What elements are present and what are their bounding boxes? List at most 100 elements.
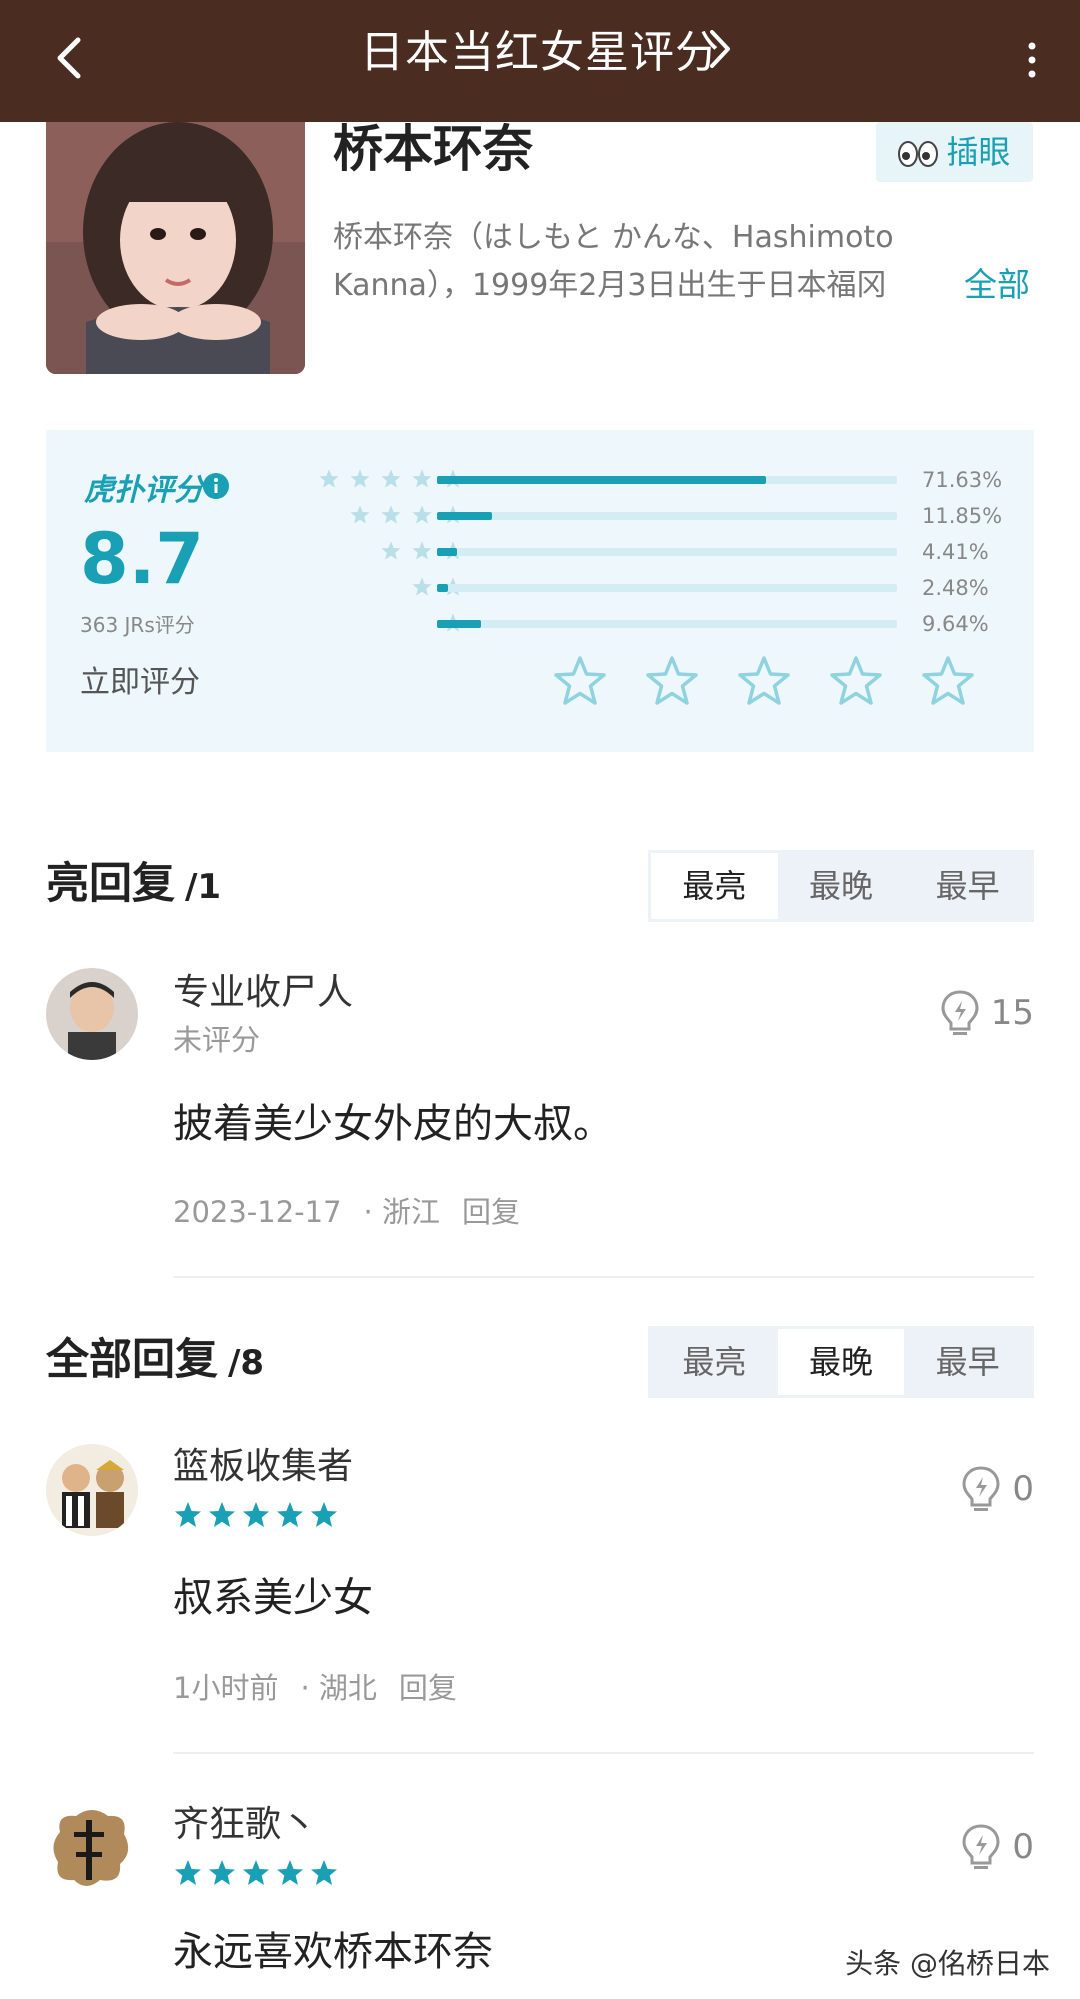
hot-replies-title: 亮回复/1 — [46, 854, 221, 917]
distribution-row: 11.85% — [46, 498, 1034, 534]
star-icon — [412, 469, 432, 488]
chevron-right-icon[interactable] — [700, 24, 740, 74]
star-icon — [381, 541, 401, 560]
star-filled-icon — [311, 1860, 337, 1885]
star-icon — [412, 541, 432, 560]
distribution-row: 9.64% — [46, 606, 1034, 642]
avatar[interactable] — [46, 1802, 138, 1894]
comment-username[interactable]: 齐狂歌丶 — [173, 1800, 317, 1850]
star-filled-icon — [209, 1502, 235, 1527]
distribution-track — [437, 584, 897, 592]
rate-star-3[interactable] — [736, 654, 792, 710]
reply-button[interactable]: 回复 — [399, 1671, 457, 1705]
lightbulb-icon — [962, 1824, 1000, 1869]
hot-sort-tabs: 最亮 最晚 最早 — [648, 850, 1034, 922]
distribution-bar — [437, 584, 449, 592]
star-name: 桥本环奈 — [333, 120, 533, 178]
watermark: 头条 @佲桥日本 — [845, 1944, 1050, 1984]
distribution-row: 4.41% — [46, 534, 1034, 570]
star-filled-icon — [311, 1502, 337, 1527]
star-icon — [381, 505, 401, 524]
poke-button[interactable]: 插眼 — [876, 122, 1033, 182]
star-icon — [319, 469, 339, 488]
user-rating-stars — [173, 1858, 339, 1888]
description-line: 桥本环奈（はしもと かんな、Hashimoto — [333, 220, 894, 255]
tab-brightest[interactable]: 最亮 — [651, 1329, 778, 1395]
lightbulb-icon — [962, 1466, 1000, 1511]
like-count: 0 — [1012, 1469, 1034, 1509]
distribution-row: 2.48% — [46, 570, 1034, 606]
distribution-track — [437, 476, 897, 484]
distribution-bar — [437, 620, 482, 628]
like-button[interactable]: 0 — [960, 1822, 1034, 1872]
rate-star-1[interactable] — [552, 654, 608, 710]
all-sort-tabs: 最亮 最晚 最早 — [648, 1326, 1034, 1398]
comment-username[interactable]: 篮板收集者 — [173, 1442, 353, 1492]
page-title[interactable]: 日本当红女星评分 — [360, 18, 720, 88]
tab-earliest[interactable]: 最早 — [904, 1329, 1031, 1395]
reply-button[interactable]: 回复 — [462, 1195, 520, 1229]
like-count: 15 — [990, 993, 1034, 1033]
poke-label: 插眼 — [946, 133, 1011, 171]
star-filled-icon — [209, 1860, 235, 1885]
description-line: Kanna），1999年2月3日出生于日本福冈 — [333, 268, 887, 303]
tab-earliest[interactable]: 最早 — [904, 853, 1031, 919]
hot-replies-label: 亮回复 — [46, 859, 175, 909]
comment-text: 叔系美少女 — [173, 1575, 373, 1621]
distribution-track — [437, 512, 897, 520]
star-icon — [350, 469, 370, 488]
comment-date: 1小时前 — [173, 1671, 279, 1705]
more-options-icon[interactable] — [1012, 30, 1052, 90]
profile-photo — [46, 122, 305, 374]
comment-username[interactable]: 专业收尸人 — [173, 968, 353, 1018]
rating-card: 虎扑评分® 8.7 363 JRs评分 立即评分 71.63%11.85%4.4… — [46, 430, 1034, 752]
rate-star-picker[interactable] — [552, 654, 976, 710]
rate-star-2[interactable] — [644, 654, 700, 710]
star-filled-icon — [277, 1860, 303, 1885]
like-button[interactable]: 15 — [939, 988, 1034, 1038]
star-icon — [350, 505, 370, 524]
all-replies-title: 全部回复/8 — [46, 1330, 264, 1393]
all-replies-label: 全部回复 — [46, 1335, 218, 1385]
expand-description-link[interactable]: 全部 — [964, 260, 1030, 310]
rate-now-label: 立即评分 — [80, 665, 200, 700]
rate-star-4[interactable] — [828, 654, 884, 710]
comment-location: · 浙江 — [363, 1195, 440, 1229]
profile-description: 桥本环奈（はしもと かんな、Hashimoto Kanna），1999年2月3日… — [333, 214, 953, 310]
comment-date: 2023-12-17 — [173, 1195, 342, 1229]
title-wrap[interactable]: 日本当红女星评分 — [0, 18, 1080, 88]
hot-replies-count: /1 — [185, 867, 222, 907]
top-bar: 日本当红女星评分 — [0, 0, 1080, 122]
star-icon — [412, 577, 432, 596]
eyes-icon — [898, 126, 939, 186]
distribution-bar — [437, 548, 458, 556]
all-replies-count: /8 — [228, 1343, 265, 1383]
lightbulb-icon — [941, 990, 979, 1035]
distribution-row: 71.63% — [46, 462, 1034, 498]
divider — [173, 1752, 1034, 1754]
comment-location: · 湖北 — [300, 1671, 377, 1705]
star-filled-icon — [243, 1502, 269, 1527]
star-filled-icon — [277, 1502, 303, 1527]
tab-latest[interactable]: 最晚 — [778, 853, 905, 919]
avatar[interactable] — [46, 1444, 138, 1536]
distribution-percent: 2.48% — [922, 576, 989, 600]
star-filled-icon — [175, 1860, 201, 1885]
distribution-percent: 11.85% — [922, 504, 1003, 528]
distribution-percent: 71.63% — [922, 468, 1003, 492]
comment-meta: 1小时前 · 湖北 回复 — [173, 1666, 479, 1710]
divider — [173, 1276, 1034, 1278]
tab-latest[interactable]: 最晚 — [777, 1329, 905, 1395]
comment-text: 披着美少女外皮的大叔。 — [173, 1101, 613, 1147]
avatar[interactable] — [46, 968, 138, 1060]
star-icon — [412, 505, 432, 524]
tab-brightest[interactable]: 最亮 — [651, 853, 778, 919]
distribution-bar — [437, 512, 492, 520]
user-rating-stars — [173, 1500, 339, 1530]
rate-star-5[interactable] — [920, 654, 976, 710]
star-filled-icon — [243, 1860, 269, 1885]
like-button[interactable]: 0 — [960, 1464, 1034, 1514]
distribution-bar — [437, 476, 767, 484]
comment-rating-status: 未评分 — [173, 1023, 261, 1057]
comment-meta: 2023-12-17 · 浙江 回复 — [173, 1190, 542, 1234]
